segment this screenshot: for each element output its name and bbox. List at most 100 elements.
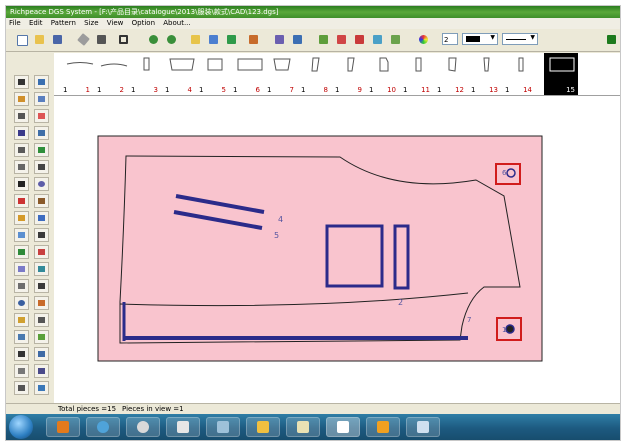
boot-icon[interactable]: [34, 126, 49, 140]
piece-thumb[interactable]: 11: [62, 53, 94, 95]
book-icon[interactable]: [34, 194, 49, 208]
piece-thumb[interactable]: 15: [198, 53, 229, 95]
bars-icon[interactable]: [14, 245, 29, 259]
cross-icon[interactable]: [14, 347, 29, 361]
figure-icon[interactable]: [34, 279, 49, 293]
menu-file[interactable]: File: [6, 18, 24, 29]
flag-icon[interactable]: [34, 211, 49, 225]
piece-thumb[interactable]: 1 12: [436, 53, 467, 95]
edit-piece-icon[interactable]: [34, 313, 49, 327]
folder-icon[interactable]: [246, 417, 280, 437]
menu-pattern[interactable]: Pattern: [48, 18, 79, 29]
ruler-icon[interactable]: [188, 32, 203, 47]
ruler-tool-icon[interactable]: [14, 262, 29, 276]
pen-icon[interactable]: [14, 92, 29, 106]
start-orb-icon[interactable]: [9, 415, 33, 439]
eraser-icon[interactable]: [34, 109, 49, 123]
new-file-icon[interactable]: [14, 32, 29, 47]
piece-thumb[interactable]: 1 11: [402, 53, 433, 95]
hatch-icon[interactable]: [14, 364, 29, 378]
piece-thumb[interactable]: 1 10: [368, 53, 399, 95]
piece-thumb[interactable]: 19: [334, 53, 365, 95]
shape-icon[interactable]: [14, 279, 29, 293]
stamp-icon[interactable]: [290, 32, 305, 47]
measure-arc-icon[interactable]: [14, 160, 29, 174]
fold-icon[interactable]: [34, 296, 49, 310]
menu-edit[interactable]: Edit: [26, 18, 46, 29]
piece-thumb[interactable]: 17: [266, 53, 297, 95]
piece-thumb[interactable]: 16: [232, 53, 263, 95]
wheel-icon[interactable]: [126, 417, 160, 437]
color-circle-icon[interactable]: [416, 32, 431, 47]
mark-icon[interactable]: [14, 313, 29, 327]
brush-tool-icon[interactable]: [14, 211, 29, 225]
exit-icon[interactable]: [604, 32, 619, 47]
piece-thumb[interactable]: 1 13: [470, 53, 501, 95]
volume-icon[interactable]: [366, 417, 400, 437]
save-icon[interactable]: [50, 32, 65, 47]
box-icon[interactable]: [34, 228, 49, 242]
shirt-icon[interactable]: [34, 92, 49, 106]
layout-icon[interactable]: [388, 32, 403, 47]
grid-icon[interactable]: [206, 32, 221, 47]
camera-icon[interactable]: [94, 32, 109, 47]
pencil-icon[interactable]: [76, 32, 91, 47]
piece-thumb[interactable]: 13: [130, 53, 161, 95]
piece-strip: 11 12 13 14 15 16 17 18 19 1 10 1 11 1 12 1…: [54, 53, 620, 96]
piece-thumb-selected[interactable]: 15: [544, 53, 578, 95]
square-tool-icon[interactable]: [14, 109, 29, 123]
paint-icon[interactable]: [246, 32, 261, 47]
piece-icon[interactable]: [224, 32, 239, 47]
rotate-icon[interactable]: [34, 262, 49, 276]
redo-icon[interactable]: [164, 32, 179, 47]
media-player-icon[interactable]: [46, 417, 80, 437]
game-controller-icon[interactable]: [166, 417, 200, 437]
line-width-field[interactable]: 2: [442, 33, 458, 45]
curve-icon[interactable]: [334, 32, 349, 47]
corner-icon[interactable]: [14, 126, 29, 140]
browser-icon[interactable]: [86, 417, 120, 437]
open-folder-icon[interactable]: [32, 32, 47, 47]
line-color-select[interactable]: ▼: [462, 33, 498, 45]
drawing-canvas[interactable]: 4 5 2 6 1 7: [54, 96, 620, 403]
menu-option[interactable]: Option: [129, 18, 158, 29]
drive-icon[interactable]: [206, 417, 240, 437]
brush-icon[interactable]: [272, 32, 287, 47]
cad-app-icon[interactable]: [326, 417, 360, 437]
notes-icon[interactable]: [286, 417, 320, 437]
pattern-drawing[interactable]: 4 5 2 6 1 7: [54, 96, 620, 403]
needle-icon[interactable]: [34, 364, 49, 378]
measure-icon[interactable]: [352, 32, 367, 47]
select-arrow-icon[interactable]: [14, 75, 29, 89]
notch-icon[interactable]: [34, 143, 49, 157]
undo-icon[interactable]: [146, 32, 161, 47]
frame-icon[interactable]: [116, 32, 131, 47]
piece-boundary[interactable]: [97, 135, 543, 362]
piece-thumb[interactable]: 18: [300, 53, 331, 95]
color-swatch: [466, 36, 480, 42]
window-icon[interactable]: [406, 417, 440, 437]
panel-icon[interactable]: [14, 228, 29, 242]
table-icon[interactable]: [14, 381, 29, 395]
target-icon[interactable]: [34, 177, 49, 191]
line-style-select[interactable]: ▼: [502, 33, 538, 45]
puzzle-icon[interactable]: [34, 330, 49, 344]
seam-icon[interactable]: [370, 32, 385, 47]
menu-size[interactable]: Size: [81, 18, 101, 29]
bag-icon[interactable]: [34, 347, 49, 361]
piece-thumb[interactable]: 14: [164, 53, 195, 95]
cut-icon[interactable]: [14, 194, 29, 208]
copy-icon[interactable]: [14, 330, 29, 344]
chart-icon[interactable]: [316, 32, 331, 47]
piece-thumb[interactable]: 1 14: [504, 53, 535, 95]
spiral-icon[interactable]: [14, 296, 29, 310]
person-icon[interactable]: [34, 381, 49, 395]
frame-select-icon[interactable]: [34, 75, 49, 89]
scissors-icon[interactable]: [14, 143, 29, 157]
layers-icon[interactable]: [34, 245, 49, 259]
letter-a-icon[interactable]: [14, 177, 29, 191]
menu-about[interactable]: About...: [160, 18, 193, 29]
menu-view[interactable]: View: [104, 18, 127, 29]
piece-thumb[interactable]: 12: [96, 53, 128, 95]
width-icon[interactable]: [34, 160, 49, 174]
